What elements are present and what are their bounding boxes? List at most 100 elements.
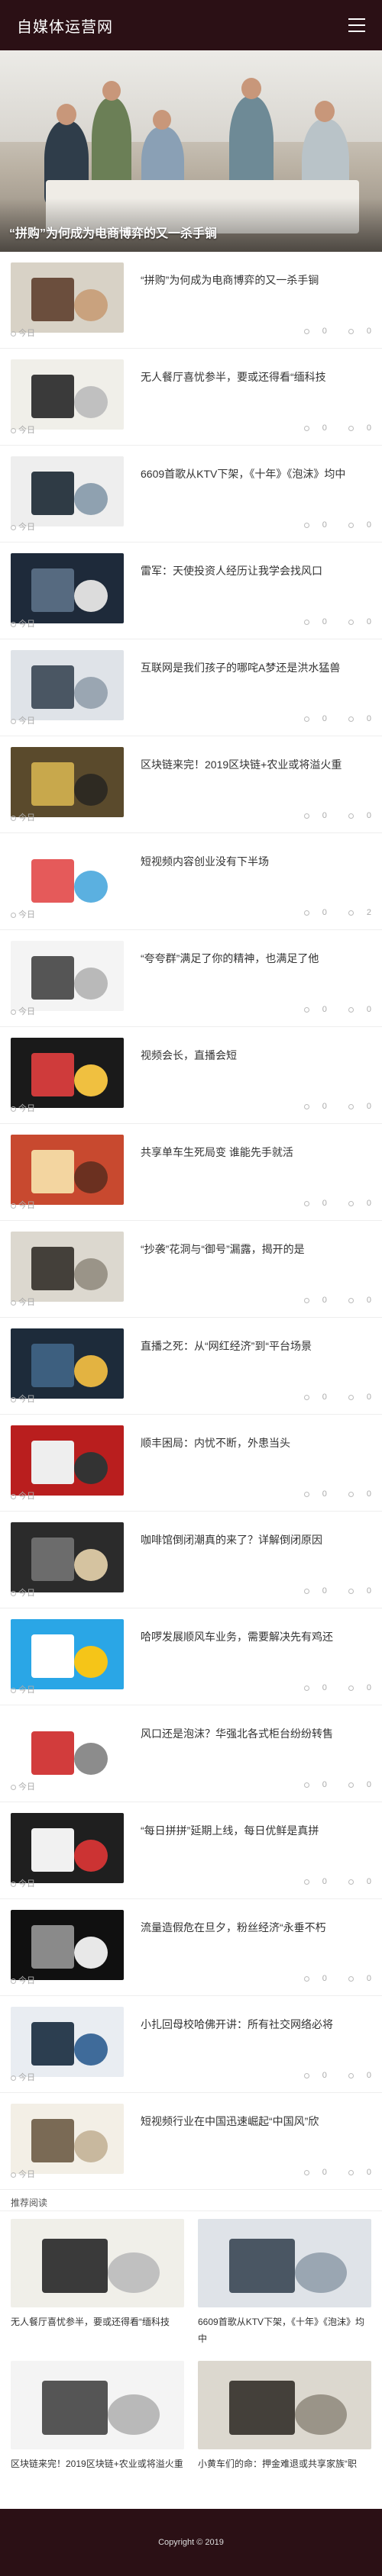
views-count: 0: [293, 908, 327, 917]
article-thumbnail[interactable]: [11, 1425, 124, 1496]
article-thumbnail[interactable]: [11, 747, 124, 817]
article-title[interactable]: 共享单车生死局变 谁能先手就活: [141, 1141, 371, 1164]
article-title[interactable]: 直播之死：从“网红经济”到“平台场景: [141, 1335, 371, 1357]
article-item[interactable]: 无人餐厅喜忧参半，要或还得看“缅科技 今日 0 0: [0, 349, 382, 446]
article-thumbnail[interactable]: [11, 2007, 124, 2077]
comments-count: 0: [338, 2168, 371, 2177]
article-thumbnail[interactable]: [11, 553, 124, 623]
views-text: 0: [322, 2168, 327, 2177]
comments-count: 0: [338, 1683, 371, 1692]
article-item[interactable]: 6609首歌从KTV下架，《十年》《泡沫》均中 今日 0 0: [0, 446, 382, 543]
article-item[interactable]: 雷军：天使投资人经历让我学会找风口 今日 0 0: [0, 543, 382, 639]
recommended-card[interactable]: 无人餐厅喜忧参半，要或还得看“缅科技: [11, 2211, 184, 2347]
recommended-title[interactable]: 区块链来完！2019区块链+农业或将溢火重: [11, 2455, 184, 2489]
article-title[interactable]: 顺丰困局：内忧不断，外患当头: [141, 1431, 371, 1454]
article-item[interactable]: 短视频内容创业没有下半场 今日 0 2: [0, 833, 382, 930]
article-thumbnail[interactable]: [11, 1619, 124, 1689]
article-item[interactable]: 咖啡馆倒闭潮真的来了？详解倒闭原因今日 0 0: [0, 1512, 382, 1608]
recommended-card[interactable]: 6609首歌从KTV下架，《十年》《泡沫》均中: [198, 2211, 371, 2347]
article-title[interactable]: “抄袭”花洞与“御号”漏露，揭开的是: [141, 1238, 371, 1261]
article-thumbnail[interactable]: [11, 2104, 124, 2174]
article-thumbnail[interactable]: [11, 262, 124, 333]
eye-icon: [303, 1103, 309, 1109]
article-thumbnail[interactable]: [11, 456, 124, 526]
date-text: 今日: [18, 2073, 35, 2082]
eye-icon: [303, 716, 309, 722]
article-item[interactable]: 互联网是我们孩子的哪咤A梦还是洪水猛兽 今日 0 0: [0, 639, 382, 736]
article-item[interactable]: 顺丰困局：内忧不断，外患当头 今日 0 0: [0, 1415, 382, 1512]
article-item[interactable]: “拼购”为何成为电商博弈的又一杀手锏 今日 0 0: [0, 252, 382, 349]
hero-banner[interactable]: “拼购”为何成为电商博弈的又一杀手锏: [0, 50, 382, 252]
recommended-title[interactable]: 无人餐厅喜忧参半，要或还得看“缅科技: [11, 2314, 184, 2347]
date-text: 今日: [18, 1492, 35, 1501]
article-title[interactable]: 哈啰发展顺风车业务，需要解决先有鸡还: [141, 1625, 371, 1648]
article-list: “拼购”为何成为电商博弈的又一杀手锏 今日 0 0 无人餐厅喜忧参半，要或还得看“缅科技…: [0, 252, 382, 2190]
article-thumbnail[interactable]: [11, 1135, 124, 1205]
article-thumbnail[interactable]: [11, 1813, 124, 1883]
article-title[interactable]: 视频会长，直播会短: [141, 1044, 371, 1067]
article-stats: 00: [283, 1974, 371, 1983]
article-stats: 00: [283, 1877, 371, 1886]
article-item[interactable]: 视频会长，直播会短 今日 0 0: [0, 1027, 382, 1124]
views-text: 0: [322, 1586, 327, 1596]
recommended-title[interactable]: 6609首歌从KTV下架，《十年》《泡沫》均中: [198, 2314, 371, 2347]
recommended-thumbnail[interactable]: [11, 2361, 184, 2449]
clock-icon: [11, 1590, 16, 1596]
date-text: 今日: [18, 1879, 35, 1889]
article-item[interactable]: “抄袭”花洞与“御号”漏露，揭开的是 今日 0 0: [0, 1221, 382, 1318]
article-thumbnail[interactable]: [11, 359, 124, 430]
comments-text: 0: [366, 1683, 371, 1692]
article-item[interactable]: “夸夸群”满足了你的精神，也满足了他 今日 0 0: [0, 930, 382, 1027]
menu-icon[interactable]: [348, 18, 365, 32]
hero-title[interactable]: “拼购”为何成为电商博弈的又一杀手锏: [9, 223, 217, 241]
recommended-thumbnail[interactable]: [198, 2361, 371, 2449]
article-thumbnail[interactable]: [11, 941, 124, 1011]
article-item[interactable]: 直播之死：从“网红经济”到“平台场景 今日 0 0: [0, 1318, 382, 1415]
comments-text: 0: [366, 327, 371, 336]
article-title[interactable]: “每日拼拼”延期上线，每日优鲜是真拼: [141, 1819, 371, 1842]
article-thumbnail[interactable]: [11, 1232, 124, 1302]
article-title[interactable]: 区块链来完！2019区块链+农业或将溢火重: [141, 753, 371, 776]
article-item[interactable]: 区块链来完！2019区块链+农业或将溢火重 今日 0 0: [0, 736, 382, 833]
article-thumbnail[interactable]: [11, 1328, 124, 1399]
article-thumbnail[interactable]: [11, 1716, 124, 1786]
article-title[interactable]: “夸夸群”满足了你的精神，也满足了他: [141, 947, 371, 970]
article-thumbnail[interactable]: [11, 1522, 124, 1592]
article-title[interactable]: 互联网是我们孩子的哪咤A梦还是洪水猛兽: [141, 656, 371, 679]
article-thumbnail[interactable]: [11, 844, 124, 914]
recommended-card[interactable]: 小黄车们的命：押金难退或共享家族“职: [198, 2353, 371, 2489]
article-thumbnail[interactable]: [11, 1038, 124, 1108]
article-title[interactable]: “拼购”为何成为电商博弈的又一杀手锏: [141, 269, 371, 291]
article-item[interactable]: 短视频行业在中国迅速崛起“中国风”欣 今日 0 0: [0, 2093, 382, 2190]
views-text: 0: [322, 617, 327, 626]
date-text: 今日: [18, 1976, 35, 1985]
date-text: 今日: [18, 1782, 35, 1792]
views-count: 0: [293, 1296, 327, 1305]
recommended-thumbnail[interactable]: [11, 2219, 184, 2307]
eye-icon: [303, 619, 309, 625]
recommended-title[interactable]: 小黄车们的命：押金难退或共享家族“职: [198, 2455, 371, 2489]
article-title[interactable]: 咖啡馆倒闭潮真的来了？详解倒闭原因: [141, 1528, 371, 1551]
article-item[interactable]: 小扎回母校哈佛开讲：所有社交网络必将 今日 0 0: [0, 1996, 382, 2093]
article-title[interactable]: 风口还是泡沫？华强北各式柜台纷纷转售: [141, 1722, 371, 1745]
article-item[interactable]: 哈啰发展顺风车业务，需要解决先有鸡还 今日 0 0: [0, 1608, 382, 1705]
site-title[interactable]: 自媒体运营网: [17, 14, 113, 37]
clock-icon: [11, 524, 16, 530]
article-meta: 今日 0 0: [11, 1586, 371, 1598]
article-item[interactable]: 风口还是泡沫？华强北各式柜台纷纷转售 今日 0 0: [0, 1705, 382, 1802]
recommended-thumbnail[interactable]: [198, 2219, 371, 2307]
article-item[interactable]: 共享单车生死局变 谁能先手就活 今日 0 0: [0, 1124, 382, 1221]
article-title[interactable]: 短视频内容创业没有下半场: [141, 850, 371, 873]
article-item[interactable]: 流量造假危在旦夕，粉丝经济“永垂不朽今日 0 0: [0, 1899, 382, 1996]
article-item[interactable]: “每日拼拼”延期上线，每日优鲜是真拼今日 0 0: [0, 1802, 382, 1899]
article-title[interactable]: 小扎回母校哈佛开讲：所有社交网络必将: [141, 2013, 371, 2036]
views-text: 0: [322, 714, 327, 723]
recommended-card[interactable]: 区块链来完！2019区块链+农业或将溢火重: [11, 2353, 184, 2489]
article-title[interactable]: 短视频行业在中国迅速崛起“中国风”欣: [141, 2110, 371, 2133]
article-title[interactable]: 6609首歌从KTV下架，《十年》《泡沫》均中: [141, 462, 371, 485]
article-thumbnail[interactable]: [11, 650, 124, 720]
article-title[interactable]: 无人餐厅喜忧参半，要或还得看“缅科技: [141, 365, 371, 388]
article-title[interactable]: 雷军：天使投资人经历让我学会找风口: [141, 559, 371, 582]
article-thumbnail[interactable]: [11, 1910, 124, 1980]
article-title[interactable]: 流量造假危在旦夕，粉丝经济“永垂不朽: [141, 1916, 371, 1939]
